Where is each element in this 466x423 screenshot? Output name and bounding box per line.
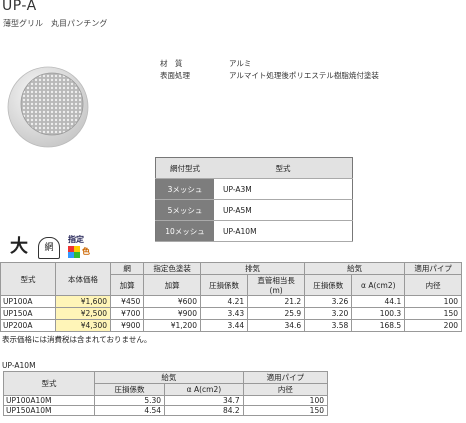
table-cell: ¥900 bbox=[109, 319, 145, 332]
custom-color-icon-char: 色 bbox=[82, 247, 90, 256]
table-cell: 3.20 bbox=[304, 307, 353, 320]
custom-color-icon-label: 指定 bbox=[68, 235, 84, 244]
table-row: UP100A ¥1,600 ¥450 ¥600 4.21 21.2 3.26 4… bbox=[0, 295, 462, 308]
table-cell: 4.54 bbox=[93, 405, 166, 416]
column-header: 内径 bbox=[242, 383, 329, 396]
table-cell: 84.2 bbox=[164, 405, 244, 416]
mesh-model-table: 網付型式 型式 3メッシュ UP-A3M 5メッシュ UP-A5M 10メッシュ… bbox=[155, 157, 353, 242]
column-header: 内径 bbox=[404, 274, 462, 296]
table-cell: 200 bbox=[404, 319, 462, 332]
mesh-icon: 網 bbox=[38, 237, 60, 259]
column-header: 排気 bbox=[199, 262, 306, 275]
column-header: 適用パイプ bbox=[404, 262, 462, 275]
spec-label: 表面処理 bbox=[160, 71, 190, 80]
column-header: 加算 bbox=[109, 274, 145, 296]
column-header: 直管相当長(m) bbox=[247, 274, 306, 296]
size-large-icon: 大 bbox=[10, 236, 28, 257]
table-cell: ¥450 bbox=[109, 295, 145, 308]
table-cell: 100.3 bbox=[351, 307, 406, 320]
mesh-label: 5メッシュ bbox=[155, 199, 214, 221]
table-row: UP100A10M 5.30 34.7 100 bbox=[3, 395, 329, 406]
mesh-label: 3メッシュ bbox=[155, 178, 214, 200]
column-header: 適用パイプ bbox=[242, 371, 329, 384]
column-header: 型式 bbox=[0, 262, 56, 296]
page-title: UP-A bbox=[2, 0, 37, 14]
mesh-model: UP-A3M bbox=[214, 178, 353, 200]
column-header: 加算 bbox=[143, 274, 201, 296]
price-cell: ¥1,600 bbox=[55, 295, 111, 308]
spec-value: アルマイト処理後ポリエステル樹脂焼付塗装 bbox=[229, 71, 379, 80]
column-header: 給気 bbox=[94, 371, 244, 384]
table-cell: 3.44 bbox=[199, 319, 249, 332]
column-header: 型式 bbox=[3, 371, 95, 396]
column-header: 網 bbox=[109, 262, 145, 275]
table-cell: 100 bbox=[242, 395, 329, 406]
color-palette-icon bbox=[68, 246, 80, 258]
table-cell: 150 bbox=[404, 307, 462, 320]
table-row: 5メッシュ UP-A5M bbox=[155, 199, 353, 221]
spec-value: アルミ bbox=[229, 59, 252, 68]
table-row: 10メッシュ UP-A10M bbox=[155, 220, 353, 242]
table-cell: 5.30 bbox=[93, 395, 166, 406]
column-header: 給気 bbox=[304, 262, 406, 275]
price-cell: ¥2,500 bbox=[55, 307, 111, 320]
table-row: 3メッシュ UP-A3M bbox=[155, 178, 353, 200]
table-row: UP150A10M 4.54 84.2 150 bbox=[3, 405, 329, 416]
table-cell: ¥600 bbox=[143, 295, 201, 308]
column-header: 圧損係数 bbox=[199, 274, 249, 296]
model-cell: UP150A bbox=[0, 307, 56, 320]
table-header-row: 型式 給気 適用パイプ bbox=[3, 371, 329, 396]
column-header: 網付型式 bbox=[155, 157, 214, 179]
price-spec-table: 型式 本体価格 網 指定色塗装 排気 給気 適用パイプ 加算 加算 圧損係数 直… bbox=[0, 262, 462, 332]
table-cell: 21.2 bbox=[247, 295, 306, 308]
table-header-row: 網付型式 型式 bbox=[155, 157, 353, 179]
model-cell: UP200A bbox=[0, 319, 56, 332]
column-header: α A(cm2) bbox=[351, 274, 406, 296]
table-cell: 34.7 bbox=[164, 395, 244, 406]
spec-label: 材 質 bbox=[160, 59, 183, 68]
table-cell: 168.5 bbox=[351, 319, 406, 332]
column-header: α A(cm2) bbox=[164, 383, 244, 396]
feature-icons: 大 網 指定 色 bbox=[8, 235, 108, 260]
table-cell: ¥700 bbox=[109, 307, 145, 320]
table-row: UP200A ¥4,300 ¥900 ¥1,200 3.44 34.6 3.58… bbox=[0, 319, 462, 332]
mesh-model: UP-A5M bbox=[214, 199, 353, 221]
table-cell: 100 bbox=[404, 295, 462, 308]
table-row: UP150A ¥2,500 ¥700 ¥900 3.43 25.9 3.20 1… bbox=[0, 307, 462, 320]
table-cell: 44.1 bbox=[351, 295, 406, 308]
table-cell: 34.6 bbox=[247, 319, 306, 332]
column-header: 圧損係数 bbox=[93, 383, 166, 396]
table-cell: 150 bbox=[242, 405, 329, 416]
spec-material: 材 質 アルミ bbox=[160, 58, 460, 68]
spec-finish: 表面処理 アルマイト処理後ポリエステル樹脂焼付塗装 bbox=[160, 70, 460, 80]
mesh10-spec-table: 型式 給気 適用パイプ 圧損係数 α A(cm2) 内径 UP100A10M 5… bbox=[3, 371, 329, 416]
table-cell: 3.26 bbox=[304, 295, 353, 308]
table-header-row: 型式 本体価格 網 指定色塗装 排気 給気 適用パイプ bbox=[0, 262, 462, 296]
section-title: UP-A10M bbox=[2, 361, 36, 370]
column-header: 本体価格 bbox=[55, 262, 111, 296]
model-cell: UP100A10M bbox=[3, 395, 95, 406]
table-cell: 3.58 bbox=[304, 319, 353, 332]
column-header: 指定色塗装 bbox=[143, 262, 201, 275]
model-cell: UP100A bbox=[0, 295, 56, 308]
table-cell: ¥900 bbox=[143, 307, 201, 320]
column-header: 圧損係数 bbox=[304, 274, 353, 296]
page-subtitle: 薄型グリル 丸目パンチング bbox=[3, 19, 108, 28]
mesh-model: UP-A10M bbox=[214, 220, 353, 242]
table-cell: 3.43 bbox=[199, 307, 249, 320]
tax-note: 表示価格には消費税は含まれておりません。 bbox=[2, 335, 152, 344]
price-cell: ¥4,300 bbox=[55, 319, 111, 332]
column-header: 型式 bbox=[214, 157, 353, 179]
model-cell: UP150A10M bbox=[3, 405, 95, 416]
table-cell: 25.9 bbox=[247, 307, 306, 320]
product-grille-image bbox=[7, 66, 89, 148]
table-cell: ¥1,200 bbox=[143, 319, 201, 332]
table-cell: 4.21 bbox=[199, 295, 249, 308]
mesh-label: 10メッシュ bbox=[155, 220, 214, 242]
